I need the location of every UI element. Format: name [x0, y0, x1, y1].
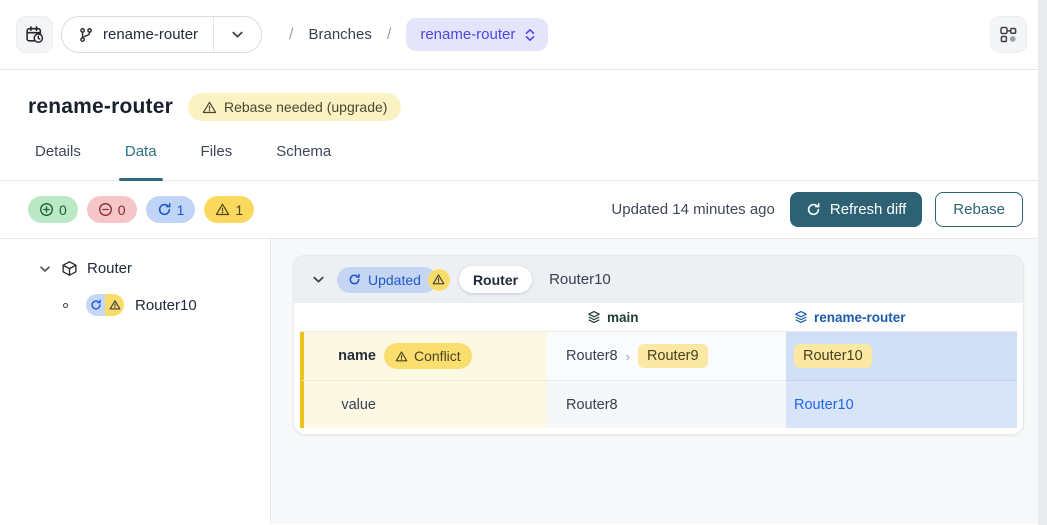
- entity-tree-sidebar: Router Router10: [0, 239, 271, 524]
- conflict-indicator: [428, 269, 450, 291]
- column-header-compare-label: rename-router: [814, 310, 906, 325]
- diff-card-header[interactable]: Updated Router Router10: [294, 256, 1023, 303]
- conflicts-counter: 1: [204, 196, 254, 223]
- breadcrumb-separator: /: [289, 26, 293, 44]
- updated-status-pill: Updated: [337, 267, 437, 293]
- last-updated-text: Updated 14 minutes ago: [611, 201, 774, 218]
- warning-triangle-icon: [215, 202, 230, 217]
- removed-count: 0: [118, 202, 126, 218]
- conflict-status-icon: [105, 294, 124, 316]
- rebase-needed-label: Rebase needed (upgrade): [224, 99, 387, 115]
- breadcrumb-separator: /: [387, 26, 391, 44]
- main-value-cell: Router8 › Router9: [547, 332, 786, 380]
- compare-value-cell: Router10: [786, 332, 1017, 380]
- tab-data[interactable]: Data: [123, 142, 159, 180]
- field-cell-value: value: [300, 380, 547, 428]
- workflow-nodes-icon: [999, 25, 1018, 44]
- modified-counter: 1: [146, 196, 196, 223]
- added-counter: 0: [28, 196, 78, 223]
- tree-child-label: Router10: [135, 297, 197, 314]
- refresh-diff-button[interactable]: Refresh diff: [790, 192, 922, 227]
- breadcrumb-branch-switcher[interactable]: rename-router: [406, 18, 548, 51]
- diff-counters: 0 0 1 1: [28, 196, 254, 223]
- branch-selector[interactable]: rename-router: [61, 16, 262, 53]
- field-label: value: [312, 397, 376, 413]
- diff-table-header: main rename-router: [300, 303, 1017, 332]
- base-value: Router8: [566, 397, 618, 413]
- breadcrumb-branch-label: rename-router: [420, 26, 515, 43]
- main-value-cell: Router8: [547, 380, 786, 428]
- diff-row-name: name Conflict Router8 › Router9: [300, 332, 1017, 380]
- top-bar: rename-router / Branches / rename-router: [0, 0, 1047, 70]
- workflow-view-button[interactable]: [990, 16, 1027, 53]
- bullet-icon: [63, 303, 68, 308]
- tree-item-router10[interactable]: Router10: [63, 294, 270, 316]
- updated-status-label: Updated: [368, 272, 421, 288]
- minus-circle-icon: [98, 202, 113, 217]
- history-button[interactable]: [16, 16, 53, 53]
- chevron-up-down-icon: [524, 28, 536, 42]
- branch-selector-label: rename-router: [103, 26, 198, 43]
- column-header-rename-router: rename-router: [786, 310, 1017, 325]
- compare-value-cell: Router10: [786, 380, 1017, 428]
- column-header-main: main: [547, 310, 786, 325]
- warning-triangle-icon: [202, 100, 217, 115]
- breadcrumb: / Branches / rename-router: [289, 18, 548, 51]
- tab-details[interactable]: Details: [33, 142, 83, 180]
- modified-status-icon: [86, 294, 105, 316]
- field-label: name: [312, 348, 376, 364]
- tree-item-router[interactable]: Router: [0, 260, 270, 277]
- page-title: rename-router: [28, 95, 173, 119]
- conflicts-count: 1: [235, 202, 243, 218]
- tab-bar: Details Data Files Schema: [0, 142, 1047, 181]
- change-arrow: ›: [626, 349, 630, 364]
- refresh-icon: [348, 273, 361, 286]
- refresh-diff-label: Refresh diff: [830, 201, 906, 218]
- added-count: 0: [59, 202, 67, 218]
- refresh-icon: [806, 202, 821, 217]
- cube-icon: [61, 260, 78, 277]
- status-capsule: [86, 294, 124, 316]
- chevron-down-icon: [230, 27, 245, 42]
- conflict-badge-label: Conflict: [414, 348, 461, 364]
- warning-triangle-icon: [395, 350, 408, 363]
- diff-table: main rename-router name: [300, 303, 1017, 428]
- tab-schema[interactable]: Schema: [274, 142, 333, 180]
- plus-circle-icon: [39, 202, 54, 217]
- scrollbar-track[interactable]: [1038, 0, 1047, 525]
- layers-icon: [587, 310, 601, 324]
- conflict-badge: Conflict: [384, 343, 472, 369]
- rebase-button[interactable]: Rebase: [935, 192, 1023, 227]
- branch-selector-caret[interactable]: [214, 17, 261, 52]
- modified-count: 1: [177, 202, 185, 218]
- tree-root-label: Router: [87, 260, 132, 277]
- diff-pane: Updated Router Router10 main: [271, 239, 1047, 524]
- diff-toolbar: 0 0 1 1 Updated 14 minutes ago Refresh d…: [0, 181, 1047, 239]
- removed-counter: 0: [87, 196, 137, 223]
- entity-name: Router10: [549, 271, 611, 288]
- refresh-icon: [157, 202, 172, 217]
- breadcrumb-branches-link[interactable]: Branches: [309, 26, 372, 43]
- old-value: Router8: [566, 348, 618, 364]
- compare-value-highlight: Router10: [794, 344, 872, 368]
- diff-card: Updated Router Router10 main: [293, 255, 1024, 435]
- diff-row-value: value Router8 Router10: [300, 380, 1017, 428]
- field-cell-name: name Conflict: [300, 332, 547, 380]
- rebase-label: Rebase: [953, 201, 1005, 218]
- column-header-main-label: main: [607, 310, 639, 325]
- compare-value: Router10: [794, 397, 854, 413]
- layers-icon: [794, 310, 808, 324]
- tab-files[interactable]: Files: [199, 142, 235, 180]
- entity-type-pill: Router: [459, 266, 532, 293]
- new-value-highlight: Router9: [638, 344, 708, 368]
- calendar-clock-icon: [25, 25, 44, 44]
- chevron-down-icon[interactable]: [38, 262, 52, 276]
- git-branch-icon: [78, 27, 94, 43]
- chevron-down-icon[interactable]: [311, 272, 326, 287]
- rebase-needed-badge: Rebase needed (upgrade): [188, 93, 401, 121]
- title-area: rename-router Rebase needed (upgrade): [0, 70, 1047, 121]
- branch-selector-value: rename-router: [62, 17, 213, 52]
